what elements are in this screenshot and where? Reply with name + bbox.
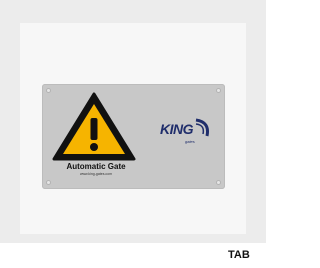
product-page: { "product": { "sign_title": "Automatic … [0, 0, 266, 268]
screw-icon [216, 88, 221, 93]
warning-sign-plate: Automatic Gate www.king-gates.com KING g… [42, 84, 225, 189]
warning-triangle-icon [52, 92, 136, 161]
screw-icon [46, 180, 51, 185]
product-code-label: TAB [228, 249, 250, 261]
sign-caption: Automatic Gate www.king-gates.com [47, 162, 145, 177]
product-image-frame: Automatic Gate www.king-gates.com KING g… [0, 0, 266, 243]
brand-arc-icon [195, 118, 209, 137]
sign-url: www.king-gates.com [79, 172, 113, 176]
sign-title: Automatic Gate [66, 162, 126, 171]
screw-icon [216, 180, 221, 185]
screw-icon [46, 88, 51, 93]
king-gates-logo: KING gates [160, 118, 215, 148]
brand-name: KING [160, 121, 194, 137]
brand-sub: gates [185, 139, 195, 144]
